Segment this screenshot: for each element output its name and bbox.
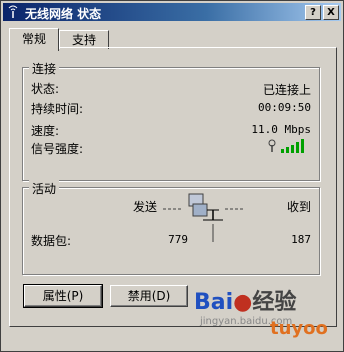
disable-button[interactable]: 禁用(D) [110,285,188,307]
packets-received-value: 187 [291,233,311,246]
speed-value: 11.0 Mbps [251,123,311,136]
wireless-network-icon [8,5,18,18]
signal-bar-2 [286,147,289,153]
status-value: 已连接上 [262,83,311,97]
baidu-jingyan-text: 经验 [252,290,297,315]
help-button[interactable]: ? [305,5,321,20]
title-bar[interactable]: 无线网络 状态 ? X [3,3,341,21]
properties-button[interactable]: 属性(P) [23,284,103,308]
baidu-watermark: Bai●经验 [194,284,296,316]
received-label: 收到 [286,200,311,214]
paw-icon: ● [233,290,253,315]
signal-strength-icon [268,139,304,153]
signal-strength-label: 信号强度: [31,142,84,156]
connection-group: 连接 状态: 已连接上 持续时间: 00:09:50 速度: 11.0 Mbps… [22,60,320,181]
packets-sent-value: 779 [168,233,188,246]
activity-group-title: 活动 [29,180,60,197]
status-label: 状态: [31,82,60,96]
speed-label: 速度: [31,124,60,138]
antenna-icon [268,139,276,152]
window-title: 无线网络 状态 [25,7,102,21]
duration-label: 持续时间: [31,102,84,116]
signal-bar-3 [291,145,294,153]
tuyoo-watermark: tuyoo [270,318,328,339]
status-dialog: 无线网络 状态 ? X 常规 支持 连接 状态: 已连接上 持续时间: 00:0… [0,0,344,352]
duration-value: 00:09:50 [258,101,311,114]
signal-bar-5 [301,139,304,153]
activity-group: 活动 发送 收到 数据包: 779 187 [22,180,320,275]
signal-bar-4 [296,142,299,153]
connection-group-title: 连接 [29,60,60,77]
close-button[interactable]: X [323,5,339,20]
tab-general[interactable]: 常规 [9,28,59,51]
signal-bar-1 [281,149,284,153]
sent-label: 发送 [133,200,158,214]
packets-label: 数据包: [31,234,72,248]
baidu-logo-text: Bai [194,290,234,315]
tab-panel-general: 连接 状态: 已连接上 持续时间: 00:09:50 速度: 11.0 Mbps… [9,47,337,339]
